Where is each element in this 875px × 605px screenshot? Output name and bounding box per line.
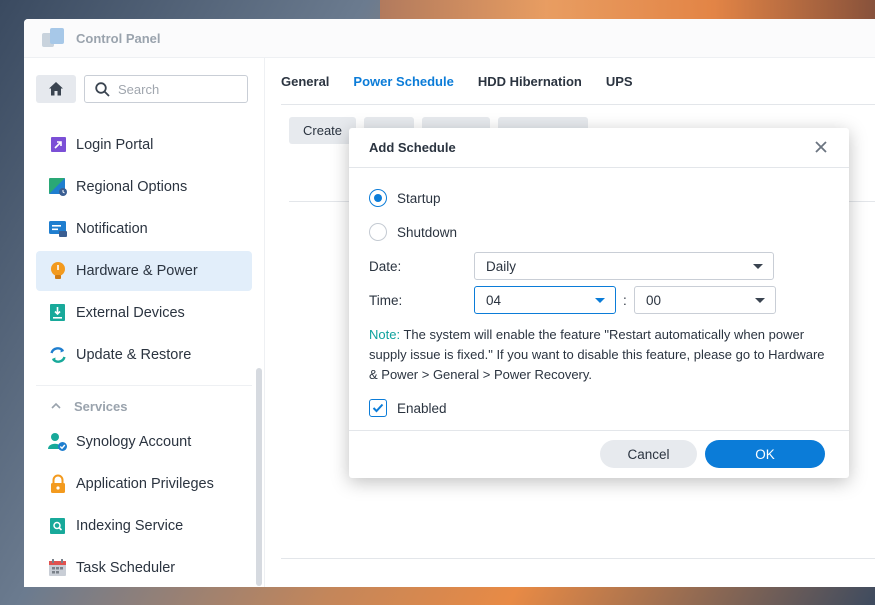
sidebar-item-synology-account[interactable]: Synology Account [36, 422, 252, 462]
hardware-power-icon [51, 262, 65, 279]
close-icon[interactable] [813, 139, 829, 155]
section-divider [36, 385, 252, 386]
cancel-button[interactable]: Cancel [600, 440, 697, 468]
sidebar-item-regional-options[interactable]: Regional Options [36, 167, 252, 207]
window-title: Control Panel [76, 30, 161, 46]
enabled-checkbox[interactable] [369, 399, 387, 417]
sidebar-item-label: Synology Account [76, 434, 192, 450]
sidebar-item-label: Indexing Service [76, 518, 184, 534]
startup-label: Startup [397, 190, 441, 206]
calendar-icon [49, 559, 66, 576]
login-portal-icon [51, 137, 66, 152]
list-bottom-divider [281, 558, 875, 559]
enabled-option[interactable]: Enabled [369, 399, 447, 417]
chevron-up-icon [51, 402, 61, 409]
shutdown-label: Shutdown [397, 224, 458, 240]
enabled-label: Enabled [397, 400, 447, 416]
startup-option[interactable]: Startup [369, 189, 441, 207]
hour-value: 04 [486, 292, 502, 308]
startup-radio[interactable] [369, 189, 387, 207]
sidebar-item-label: Update & Restore [76, 347, 192, 363]
notification-icon [49, 221, 67, 237]
dialog-header: Add Schedule [349, 128, 849, 168]
regional-options-icon [49, 178, 67, 196]
sidebar-item-label: Hardware & Power [76, 263, 198, 279]
sidebar-item-label: External Devices [76, 305, 185, 321]
sidebar-item-label: Login Portal [76, 137, 154, 153]
search-input[interactable] [118, 81, 238, 97]
sidebar-item-label: Notification [76, 221, 148, 237]
sidebar-item-label: Application Privileges [76, 476, 214, 492]
sidebar-item-task-scheduler[interactable]: Task Scheduler [36, 548, 252, 587]
sidebar-item-application-privileges[interactable]: Application Privileges [36, 464, 252, 504]
note-label: Note: [369, 327, 401, 342]
date-value: Daily [486, 258, 517, 274]
tab-ups[interactable]: UPS [606, 58, 633, 105]
tab-general[interactable]: General [281, 58, 329, 105]
hour-select[interactable]: 04 [474, 286, 616, 314]
sidebar-item-update-restore[interactable]: Update & Restore [36, 335, 252, 375]
synology-account-icon [48, 433, 67, 451]
date-label: Date: [369, 259, 402, 274]
dialog-title: Add Schedule [369, 140, 456, 155]
sidebar: Login Portal Regional Options Notificati… [24, 58, 265, 587]
time-separator: : [623, 293, 627, 308]
note-text: Note: The system will enable the feature… [369, 325, 834, 385]
date-select[interactable]: Daily [474, 252, 774, 280]
sidebar-item-label: Regional Options [76, 179, 188, 195]
minute-select[interactable]: 00 [634, 286, 776, 314]
external-devices-icon [50, 304, 65, 321]
sidebar-item-external-devices[interactable]: External Devices [36, 293, 252, 333]
chevron-down-icon [595, 298, 605, 303]
time-label: Time: [369, 293, 403, 308]
create-button[interactable]: Create [289, 117, 357, 144]
search-box[interactable] [84, 75, 248, 103]
search-icon [95, 81, 110, 97]
sidebar-scrollbar[interactable] [256, 368, 262, 586]
shutdown-option[interactable]: Shutdown [369, 223, 457, 241]
home-icon [49, 82, 63, 96]
sidebar-item-login-portal[interactable]: Login Portal [36, 125, 252, 165]
update-restore-icon [50, 347, 66, 363]
minute-value: 00 [646, 292, 662, 308]
lock-icon [51, 474, 65, 493]
shutdown-radio[interactable] [369, 223, 387, 241]
sidebar-item-hardware-power[interactable]: Hardware & Power [36, 251, 252, 291]
chevron-down-icon [753, 264, 763, 269]
chevron-down-icon [755, 298, 765, 303]
sidebar-item-label: Task Scheduler [76, 560, 176, 576]
control-panel-icon [40, 25, 66, 51]
sidebar-item-notification[interactable]: Notification [36, 209, 252, 249]
tab-bar: General Power Schedule HDD Hibernation U… [281, 58, 875, 105]
tab-hdd-hibernation[interactable]: HDD Hibernation [478, 58, 582, 105]
note-body: The system will enable the feature "Rest… [369, 327, 825, 382]
add-schedule-dialog: Add Schedule Startup Shutdown Date: Dail… [349, 128, 849, 478]
section-header-label: Services [74, 398, 128, 414]
indexing-service-icon [50, 518, 65, 534]
sidebar-item-indexing-service[interactable]: Indexing Service [36, 506, 252, 546]
home-button[interactable] [36, 75, 76, 103]
checkmark-icon [372, 403, 384, 413]
section-header-services[interactable]: Services [36, 392, 252, 420]
title-bar: Control Panel [24, 19, 875, 58]
ok-button[interactable]: OK [705, 440, 825, 468]
dialog-footer-divider [349, 430, 849, 431]
tab-power-schedule[interactable]: Power Schedule [353, 58, 453, 105]
